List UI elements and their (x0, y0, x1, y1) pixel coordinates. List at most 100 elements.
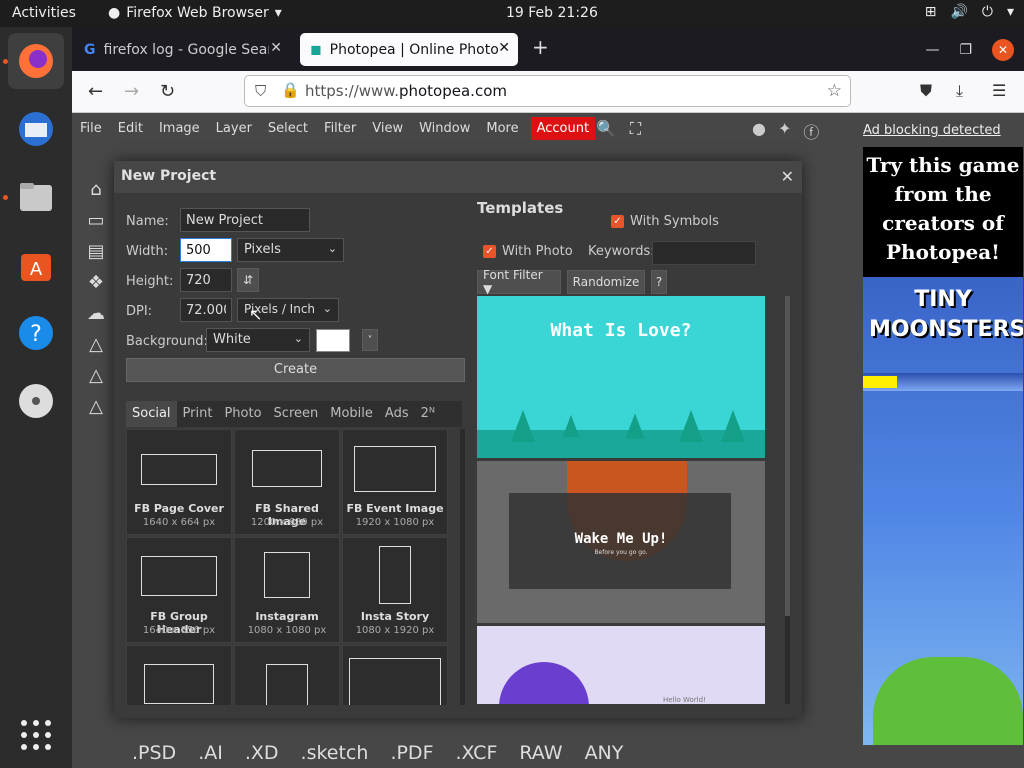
tab-bar: G firefox log - Google Searc ✕ ◼ Photope… (72, 27, 1024, 71)
preset-item[interactable] (342, 645, 448, 705)
templates-scroll-thumb[interactable] (785, 296, 790, 616)
maximize-button[interactable]: ❐ (959, 42, 972, 58)
system-tray[interactable]: ⊞ 🔊 ⏻ ▾ (925, 4, 1014, 20)
with-photo-checkbox[interactable]: ✓ With Photo (483, 244, 573, 259)
width-unit-select[interactable]: Pixels ⌄ (237, 238, 344, 262)
photopea-toolbar-icons: 🔍 ⛶ (596, 119, 641, 139)
template-hello-world[interactable]: Hello World! (477, 626, 765, 704)
tab-screen[interactable]: Screen (268, 401, 325, 427)
tab-photo[interactable]: Photo (218, 401, 267, 427)
create-button[interactable]: Create (126, 358, 465, 382)
tab-photopea[interactable]: ◼ Photopea | Online Photo ✕ (300, 33, 518, 66)
preset-item[interactable] (126, 645, 232, 705)
with-symbols-checkbox[interactable]: ✓ With Symbols (611, 214, 719, 229)
google-drive-icon[interactable]: △ (89, 365, 103, 386)
facebook-icon[interactable]: ⓕ (803, 119, 819, 143)
tab-mobile[interactable]: Mobile (324, 401, 379, 427)
name-input[interactable] (180, 208, 310, 232)
google-drive-icon[interactable]: △ (89, 396, 103, 417)
storage-icon[interactable]: ▤ (87, 241, 104, 262)
preset-instagram[interactable]: Instagram 1080 x 1080 px (234, 537, 340, 643)
reddit-icon[interactable]: ● (752, 119, 766, 143)
computer-icon[interactable]: ▭ (87, 210, 104, 231)
preset-insta-story[interactable]: Insta Story 1080 x 1920 px (342, 537, 448, 643)
google-drive-icon[interactable]: △ (89, 334, 103, 355)
tab-social[interactable]: Social (126, 401, 177, 427)
templates-title: Templates (477, 199, 564, 217)
lock-icon[interactable]: 🔒 (281, 81, 300, 99)
download-icon[interactable]: ⤓ (956, 81, 963, 101)
home-icon[interactable]: ⌂ (90, 179, 101, 200)
swap-dimensions-button[interactable]: ⇵ (237, 268, 259, 292)
menu-edit[interactable]: Edit (110, 121, 151, 136)
preset-shape (349, 658, 441, 705)
minimize-button[interactable]: — (925, 42, 939, 58)
fullscreen-icon[interactable]: ⛶ (630, 119, 641, 139)
close-icon[interactable]: ✕ (270, 40, 282, 56)
tab-print[interactable]: Print (177, 401, 219, 427)
dock-firefox[interactable] (8, 33, 64, 89)
ad-blocking-link[interactable]: Ad blocking detected (863, 123, 1001, 138)
preset-fb-group-header[interactable]: FB Group Header 1640 x 856 px (126, 537, 232, 643)
onedrive-icon[interactable]: ☁ (87, 303, 105, 324)
new-tab-button[interactable]: + (532, 35, 549, 59)
menu-view[interactable]: View (364, 121, 411, 136)
twitter-icon[interactable]: ✦ (778, 119, 791, 143)
running-indicator (3, 195, 8, 200)
randomize-button[interactable]: Randomize (567, 270, 645, 294)
menu-file[interactable]: File (72, 121, 110, 136)
activities-button[interactable]: Activities (12, 5, 76, 21)
dock-dvd[interactable] (8, 373, 64, 429)
forward-button[interactable]: → (124, 81, 139, 102)
menu-window[interactable]: Window (411, 121, 478, 136)
background-color-swatch[interactable] (316, 329, 350, 352)
close-icon[interactable]: ✕ (498, 40, 510, 56)
tab-ads[interactable]: Ads (379, 401, 415, 427)
desktop: Activities ● Firefox Web Browser ▾ 19 Fe… (0, 0, 1024, 768)
preset-fb-event-image[interactable]: FB Event Image 1920 x 1080 px (342, 429, 448, 535)
preset-scrollbar[interactable] (460, 429, 465, 705)
preset-fb-page-cover[interactable]: FB Page Cover 1640 x 664 px (126, 429, 232, 535)
reload-button[interactable]: ↻ (160, 81, 175, 102)
show-apps-button[interactable] (8, 707, 64, 763)
background-select[interactable]: White ⌄ (206, 328, 310, 352)
bookmark-star-icon[interactable]: ☆ (827, 81, 842, 101)
help-icon: ? (19, 316, 53, 350)
font-filter-button[interactable]: Font Filter ▼ (477, 268, 561, 296)
account-button[interactable]: Account (530, 116, 596, 140)
template-wake-me-up[interactable]: Wake Me Up! Before you go go. (477, 461, 765, 623)
height-input[interactable] (180, 268, 232, 292)
url-bar[interactable]: ⛉ 🔒 https://www. photopea.com ☆ (244, 75, 851, 107)
menu-more[interactable]: More (478, 121, 526, 136)
dialog-close-button[interactable]: ✕ (781, 167, 794, 186)
preset-fb-shared-image[interactable]: FB Shared Image 1200 x 630 px (234, 429, 340, 535)
dropbox-icon[interactable]: ❖ (88, 272, 104, 293)
dock-software[interactable]: A (8, 237, 64, 293)
width-input[interactable] (180, 238, 232, 262)
hamburger-menu-icon[interactable]: ☰ (992, 81, 1006, 100)
menu-filter[interactable]: Filter (316, 121, 364, 136)
tab-power-of-two[interactable]: 2ᴺ (415, 401, 441, 427)
pocket-icon[interactable]: ⛊ (920, 81, 932, 101)
search-icon[interactable]: 🔍 (596, 119, 616, 139)
background-more-button[interactable]: ˅ (362, 329, 378, 351)
shield-icon[interactable]: ⛉ (255, 82, 266, 100)
dpi-input[interactable] (180, 298, 232, 322)
template-what-is-love[interactable]: What Is Love? (477, 296, 765, 458)
dock-help[interactable]: ? (8, 305, 64, 361)
firefox-icon (19, 44, 53, 78)
clock[interactable]: 19 Feb 21:26 (506, 5, 598, 21)
close-window-button[interactable]: ✕ (992, 39, 1014, 61)
app-menu[interactable]: ● Firefox Web Browser ▾ (108, 5, 282, 21)
dock-files[interactable] (8, 169, 64, 225)
preset-item[interactable] (234, 645, 340, 705)
back-button[interactable]: ← (88, 81, 103, 102)
menu-select[interactable]: Select (260, 121, 316, 136)
templates-help-button[interactable]: ? (651, 270, 667, 294)
dock-thunderbird[interactable] (8, 101, 64, 157)
tab-google-search[interactable]: G firefox log - Google Searc ✕ (74, 33, 290, 66)
menu-layer[interactable]: Layer (208, 121, 260, 136)
menu-image[interactable]: Image (151, 121, 208, 136)
keywords-input[interactable] (652, 241, 756, 265)
game-ad[interactable]: Try this game from the creators of Photo… (863, 147, 1023, 745)
